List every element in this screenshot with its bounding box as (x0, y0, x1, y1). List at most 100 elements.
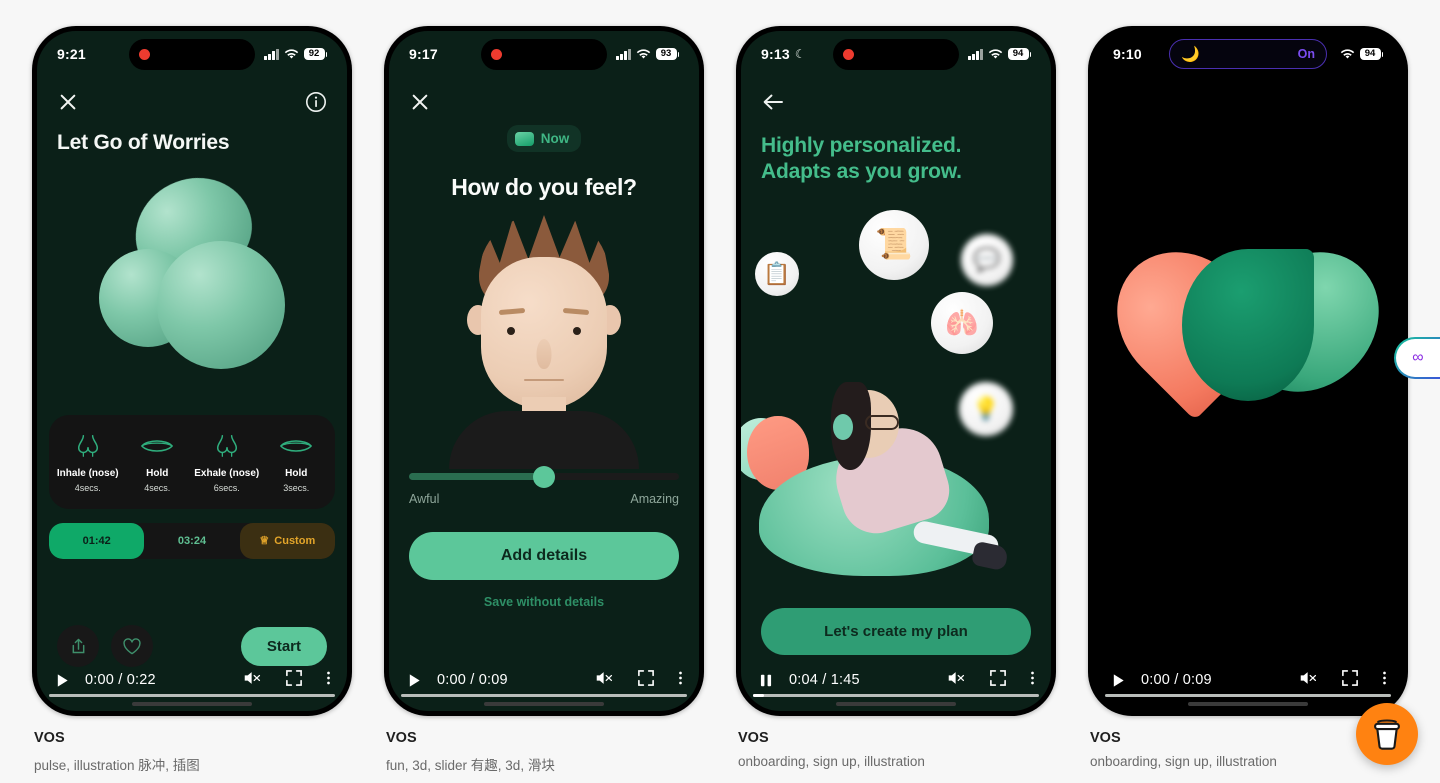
pulse-illustration (37, 161, 347, 411)
mute-button[interactable] (243, 669, 262, 692)
video-right-controls (947, 669, 1039, 692)
status-time: 9:21 (57, 46, 86, 62)
battery-tip-icon (1029, 51, 1031, 57)
now-chip[interactable]: Now (506, 125, 582, 152)
infinity-side-tab[interactable]: ∞ (1394, 337, 1440, 379)
heart-lobe-overlap (1182, 249, 1314, 401)
video-progress-fill (753, 694, 765, 697)
moon-icon: 🌙 (1181, 45, 1200, 63)
status-bar-2: 9:17 93 (389, 31, 699, 77)
close-icon[interactable] (409, 91, 431, 113)
glasses (865, 414, 899, 430)
fullscreen-button[interactable] (638, 669, 654, 691)
nav-row-3 (741, 77, 1051, 117)
duration-option-2[interactable]: 03:24 (144, 523, 239, 559)
dynamic-island-3 (833, 39, 959, 70)
play-button[interactable] (49, 673, 75, 688)
play-button[interactable] (1105, 673, 1131, 688)
dynamic-island-1 (129, 39, 255, 70)
fullscreen-button[interactable] (286, 669, 302, 691)
more-options-button[interactable] (1382, 670, 1387, 691)
breath-step-duration: 4secs. (74, 482, 101, 493)
create-plan-button[interactable]: Let's create my plan (761, 608, 1031, 655)
add-details-button[interactable]: Add details (409, 532, 679, 580)
card-caption-1: VOS pulse, illustration 脉冲, 插图 (32, 716, 352, 774)
mute-button[interactable] (595, 669, 614, 692)
phone-frame-1: 9:21 92 Let Go of Worries Inhale (nose) … (32, 26, 352, 716)
save-without-details-link[interactable]: Save without details (389, 595, 699, 609)
gallery-card-4[interactable]: 9:10 94 🌙 On 0:00 / 0:09 VOS onboarding,… (1088, 26, 1408, 783)
video-progress-bar[interactable] (753, 694, 1039, 697)
duration-option-custom-label: Custom (274, 534, 316, 547)
video-progress-bar[interactable] (49, 694, 335, 697)
mute-button[interactable] (1299, 669, 1318, 692)
gallery-card-1[interactable]: 9:21 92 Let Go of Worries Inhale (nose) … (32, 26, 352, 783)
fullscreen-button[interactable] (990, 669, 1006, 691)
dynamic-island-4[interactable]: 🌙 On (1169, 39, 1327, 69)
duration-option-custom[interactable]: ♕ Custom (239, 522, 335, 559)
mood-slider-track[interactable] (409, 465, 679, 488)
more-options-button[interactable] (678, 670, 683, 691)
breath-step: Inhale (nose) 4secs. (53, 429, 123, 493)
infinity-icon: ∞ (1412, 349, 1424, 366)
video-right-controls (595, 669, 687, 692)
headline: Highly personalized. Adapts as you grow. (741, 117, 1051, 186)
headphones (833, 413, 853, 440)
wifi-icon (1340, 48, 1355, 60)
status-indicators: 93 (616, 47, 679, 61)
video-progress-bar[interactable] (1105, 694, 1391, 697)
question-title: How do you feel? (451, 174, 637, 200)
play-button[interactable] (401, 673, 427, 688)
battery-tip-icon (677, 51, 679, 57)
video-progress-bar[interactable] (401, 694, 687, 697)
video-time: 0:00 / 0:22 (85, 672, 156, 688)
avatar-mouth (524, 379, 564, 381)
gallery-card-3[interactable]: 9:13 ☾ 94 Highly personalized. Adapts as… (736, 26, 1056, 783)
more-options-button[interactable] (326, 670, 331, 691)
crown-icon: ♕ (259, 535, 270, 547)
mute-button[interactable] (947, 669, 966, 692)
avatar-shirt (449, 411, 639, 469)
battery-tip-icon (325, 51, 327, 57)
mood-slider[interactable]: Awful Amazing (389, 465, 699, 506)
wifi-icon (284, 48, 299, 60)
mood-slider-knob[interactable] (533, 465, 555, 488)
nose-icon (55, 429, 121, 463)
phone-frame-3: 9:13 ☾ 94 Highly personalized. Adapts as… (736, 26, 1056, 716)
fullscreen-button[interactable] (1342, 669, 1358, 691)
phone-frame-2: 9:17 93 Now How do you feel? Awful Amazi… (384, 26, 704, 716)
back-arrow-icon[interactable] (761, 91, 785, 113)
pause-button[interactable] (753, 673, 779, 688)
buy-me-a-coffee-button[interactable] (1356, 703, 1418, 765)
status-time: 9:10 (1113, 46, 1142, 62)
status-indicators: 92 (264, 47, 327, 61)
breath-step: Exhale (nose) 6secs. (192, 429, 262, 493)
breath-step: Hold 4secs. (123, 429, 193, 493)
status-bar-4: 9:10 94 🌙 On (1093, 31, 1403, 77)
wifi-icon (988, 48, 1003, 60)
nose-icon (194, 429, 260, 463)
video-time: 0:04 / 1:45 (789, 672, 860, 688)
card-caption-2: VOS fun, 3d, slider 有趣, 3d, 滑块 (384, 716, 704, 774)
mood-slider-labels: Awful Amazing (409, 492, 679, 506)
mood-slider-max-label: Amazing (630, 492, 679, 506)
close-icon[interactable] (57, 91, 79, 113)
video-right-controls (243, 669, 335, 692)
phone-screen-2: 9:17 93 Now How do you feel? Awful Amazi… (389, 31, 699, 711)
mood-slider-min-label: Awful (409, 492, 440, 506)
duration-option-1[interactable]: 01:42 (49, 522, 145, 559)
battery-level: 94 (1007, 47, 1029, 61)
breath-step-name: Exhale (nose) (194, 468, 260, 479)
card-caption-3: VOS onboarding, sign up, illustration (736, 716, 1056, 769)
gallery-card-2[interactable]: 9:17 93 Now How do you feel? Awful Amazi… (384, 26, 704, 783)
duration-segmented-control[interactable]: 01:42 03:24 ♕ Custom (49, 522, 335, 559)
info-icon[interactable] (305, 91, 327, 113)
clipboard-bubble: 📋 (755, 251, 799, 296)
phone-screen-4: 9:10 94 🌙 On 0:00 / 0:09 (1093, 31, 1403, 711)
caption-tags: onboarding, sign up, illustration (1090, 754, 1277, 769)
card-grid: 9:21 92 Let Go of Worries Inhale (nose) … (0, 0, 1440, 783)
video-time: 0:00 / 0:09 (437, 672, 508, 688)
battery-tip-icon (1381, 51, 1383, 57)
gallery-page: 9:21 92 Let Go of Worries Inhale (nose) … (0, 0, 1440, 783)
more-options-button[interactable] (1030, 670, 1035, 691)
